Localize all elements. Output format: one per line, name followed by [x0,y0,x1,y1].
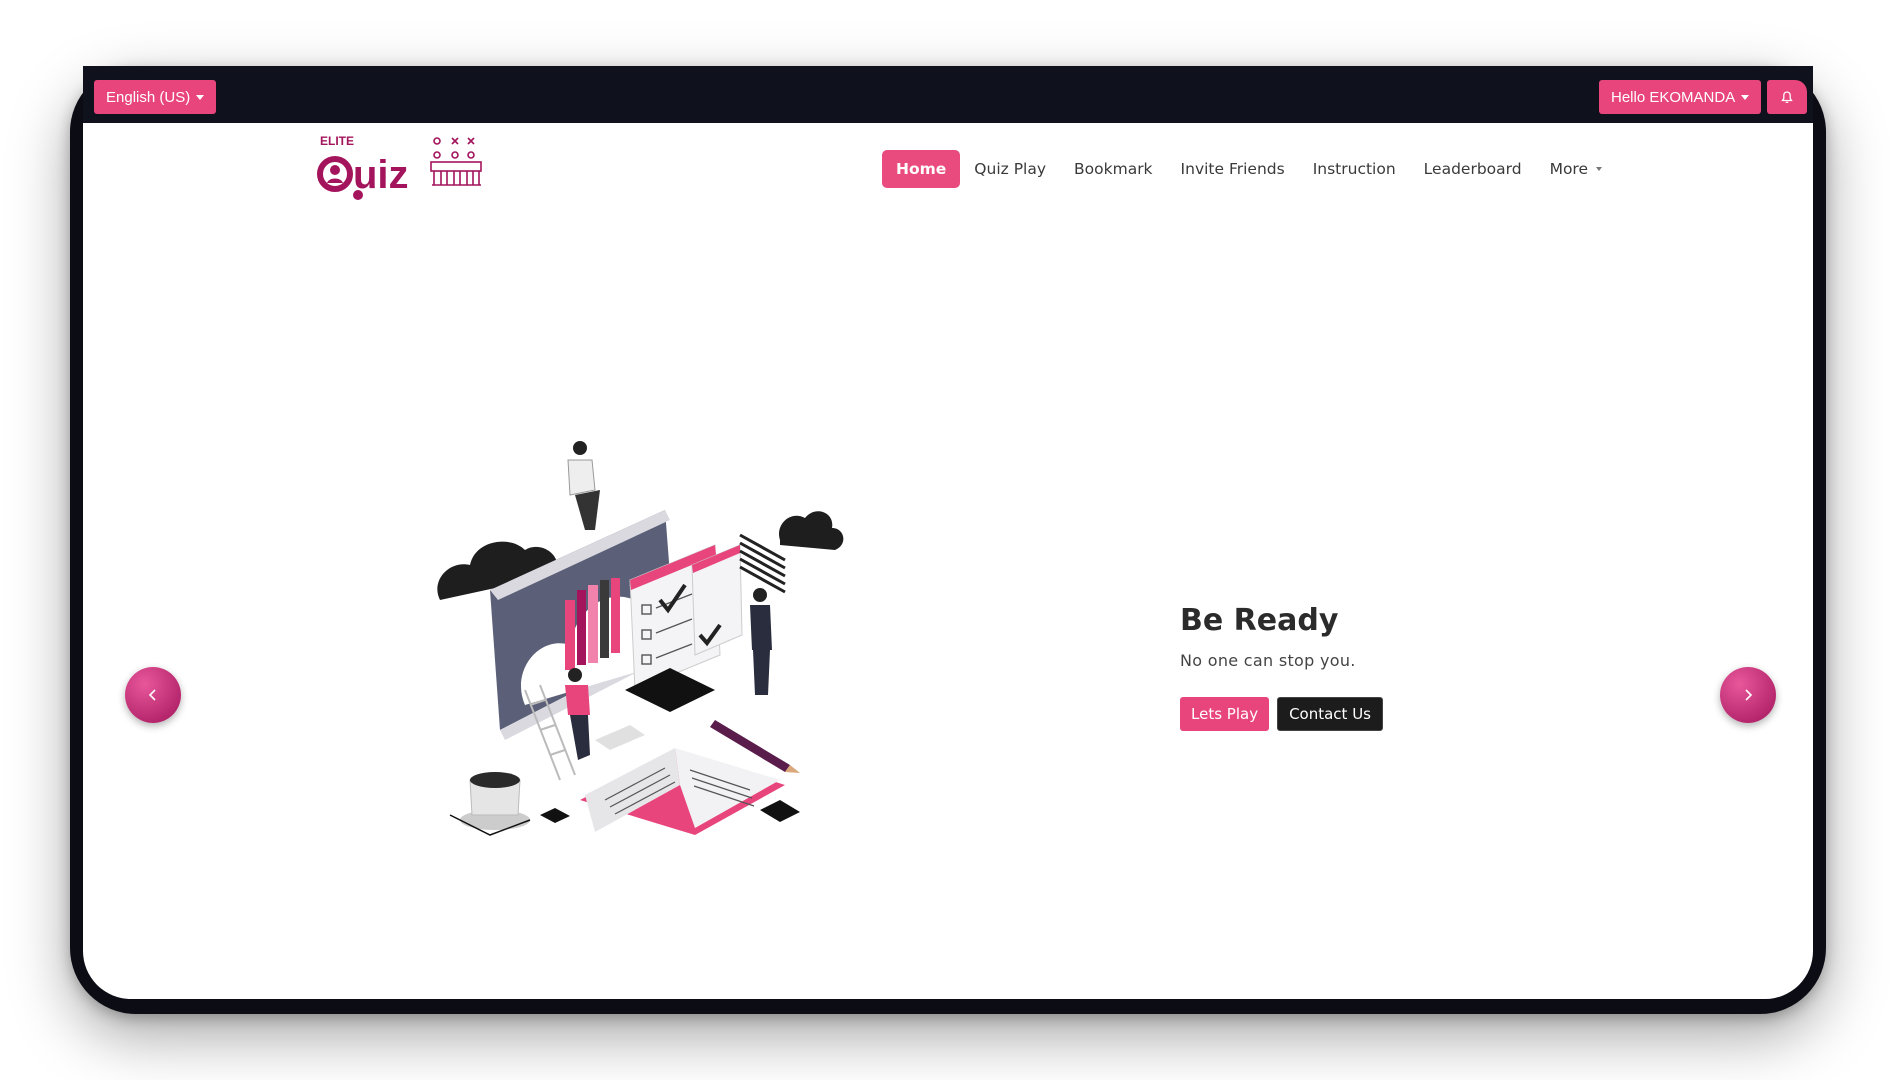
site-logo[interactable]: ELITE uiz [313,133,483,203]
carousel-next-button[interactable] [1720,667,1776,723]
user-label: Hello EKOMANDA [1611,88,1736,106]
nav-invite-friends[interactable]: Invite Friends [1167,150,1299,188]
user-menu-dropdown[interactable]: Hello EKOMANDA [1599,80,1762,114]
logo-elite-text: ELITE [320,134,354,148]
nav-instruction[interactable]: Instruction [1299,150,1410,188]
lets-play-button[interactable]: Lets Play [1180,697,1270,731]
hero-subtitle: No one can stop you. [1180,651,1356,670]
svg-text:uiz: uiz [353,153,409,197]
caret-down-icon [1596,167,1603,171]
language-label: English (US) [106,88,191,106]
nav-home[interactable]: Home [882,150,961,188]
top-bar [83,66,1813,123]
nav-bookmark[interactable]: Bookmark [1060,150,1167,188]
hero-illustration [437,441,844,836]
contact-us-button[interactable]: Contact Us [1277,697,1383,731]
language-dropdown[interactable]: English (US) [94,80,217,114]
hero-actions: Lets Play Contact Us [1180,697,1383,731]
page-content [83,123,1813,999]
notifications-button[interactable] [1767,80,1807,114]
carousel-prev-button[interactable] [125,667,181,723]
caret-down-icon [196,94,205,100]
bell-icon [1781,90,1793,103]
main-nav: Home Quiz Play Bookmark Invite Friends I… [882,150,1616,188]
caret-down-icon [1741,94,1750,100]
nav-quiz-play[interactable]: Quiz Play [960,150,1060,188]
nav-more-label: More [1549,160,1589,178]
chevron-right-icon [1745,689,1753,701]
hero-title: Be Ready [1180,603,1339,638]
nav-leaderboard[interactable]: Leaderboard [1410,150,1536,188]
nav-more[interactable]: More [1536,150,1616,188]
chevron-left-icon [148,689,156,701]
